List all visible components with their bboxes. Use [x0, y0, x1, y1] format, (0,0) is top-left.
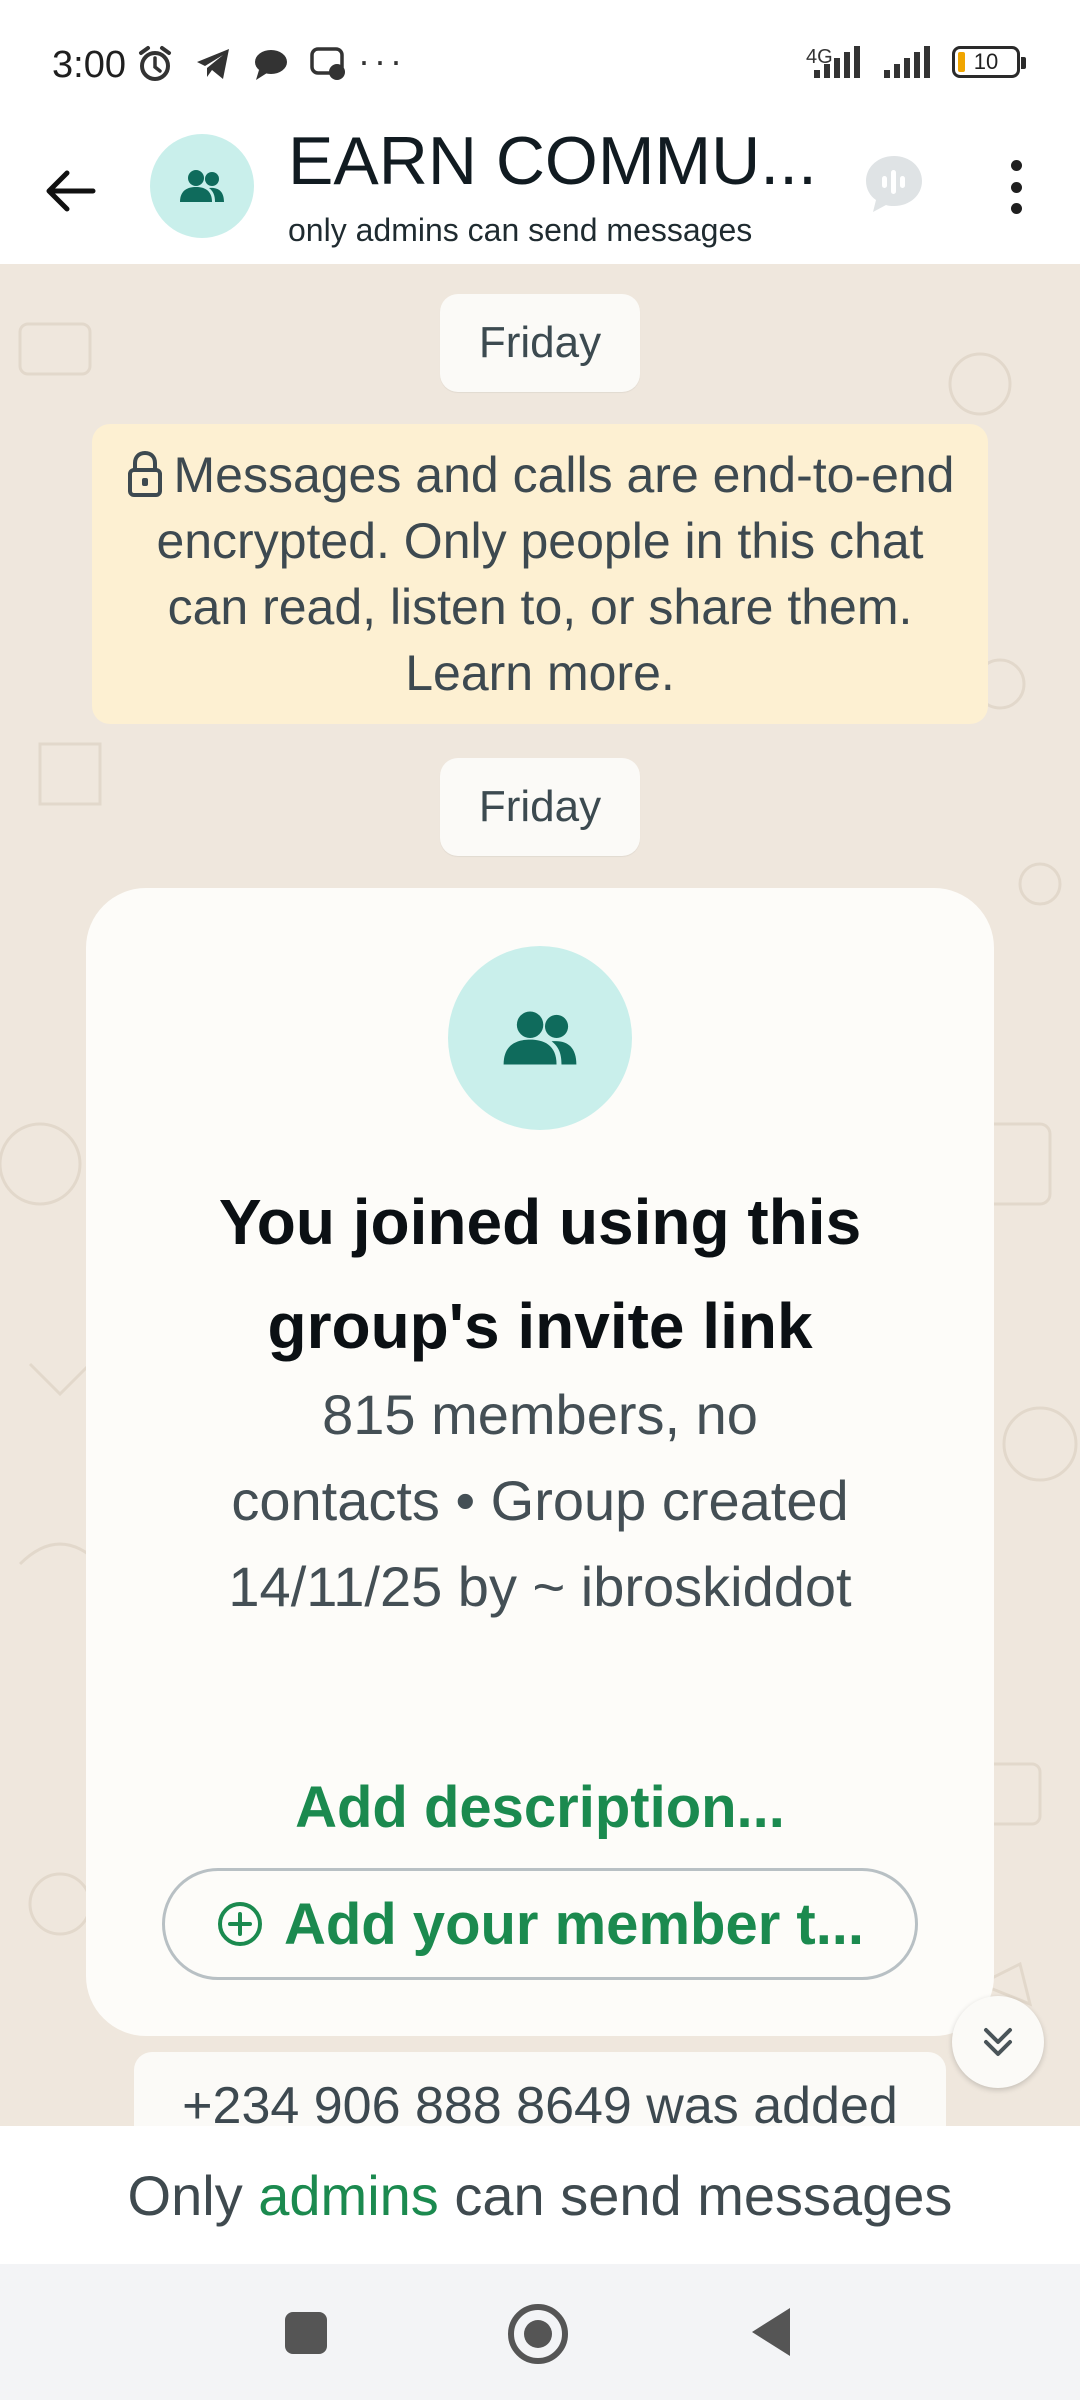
chat-bubble-icon: [255, 50, 287, 80]
alarm-icon: [139, 46, 171, 81]
system-message: +234 906 888 8649 was added: [134, 2052, 946, 2126]
group-icon: [180, 170, 224, 202]
plus-circle-icon: [217, 1902, 262, 1946]
voice-chat-icon: [866, 156, 922, 212]
encryption-notice[interactable]: Messages and calls are end-to-end encryp…: [92, 424, 988, 724]
chat-header: EARN COMMU... only admins can send messa…: [0, 123, 1080, 264]
date-divider: Friday: [440, 294, 640, 392]
chat-area[interactable]: Friday Messages and calls are end-to-end…: [0, 264, 1080, 2126]
footer-suffix: can send messages: [454, 2163, 953, 2227]
admins-link[interactable]: admins: [258, 2163, 439, 2228]
group-subtitle: only admins can send messages: [288, 212, 753, 248]
status-notification-icons: [135, 44, 349, 84]
footer-prefix: Only: [127, 2163, 243, 2227]
double-chevron-down-icon: [984, 2028, 1012, 2056]
status-bar: 3:00 ··· 4G 10: [0, 0, 1080, 126]
status-overflow-icon: ···: [358, 40, 406, 81]
nav-back-button[interactable]: [752, 2308, 790, 2356]
home-button[interactable]: [508, 2304, 568, 2364]
scroll-to-bottom-button[interactable]: [952, 1996, 1044, 2088]
arrow-left-icon: [46, 170, 96, 212]
more-options-icon: [1010, 160, 1022, 171]
admin-only-footer: Only admins can send messages: [0, 2126, 1080, 2264]
voice-chat-button[interactable]: [862, 152, 926, 216]
battery-icon: 10: [952, 46, 1026, 78]
home-icon: [524, 2320, 552, 2348]
group-avatar[interactable]: [150, 134, 254, 238]
group-meta-info: 815 members, no contacts • Group created…: [228, 1383, 852, 1618]
more-options-button[interactable]: [996, 152, 1036, 222]
system-nav-bar: [0, 2264, 1080, 2400]
group-icon: [503, 1011, 577, 1065]
telegram-icon: [197, 49, 229, 79]
lock-icon: [128, 450, 163, 497]
group-join-card: You joined using this group's invite lin…: [86, 888, 994, 2036]
status-system-icons: 10: [812, 44, 1026, 80]
encryption-text: Messages and calls are end-to-end encryp…: [156, 447, 955, 701]
signal-icon-2: [884, 46, 930, 78]
date-divider: Friday: [440, 758, 640, 856]
signal-icon: [814, 46, 860, 78]
add-member-label: Add your member t...: [283, 1891, 865, 1957]
back-button[interactable]: [36, 156, 106, 226]
message-icon: [310, 47, 345, 80]
add-member-button[interactable]: Add your member t...: [162, 1868, 918, 1980]
group-avatar-large: [448, 946, 632, 1130]
group-title[interactable]: EARN COMMU...: [288, 122, 828, 200]
add-description-link[interactable]: Add description...: [126, 1774, 954, 1841]
join-title: You joined using this group's invite lin…: [218, 1186, 862, 1362]
battery-level: 10: [973, 49, 999, 74]
status-time: 3:00: [52, 44, 126, 86]
recents-button[interactable]: [285, 2312, 327, 2354]
